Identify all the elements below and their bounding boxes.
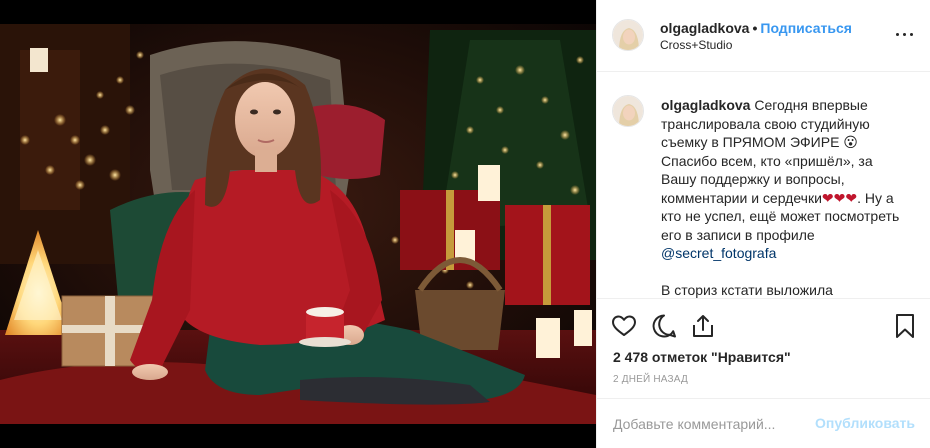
caption-text: комментарии и сердечки — [661, 189, 822, 206]
post-caption: olgagladkova Сегодня впервые транслирова… — [661, 96, 917, 298]
add-comment-bar: Опубликовать — [597, 398, 930, 448]
post-actions: 2 478 отметок "Нравится" 2 ДНЕЙ НАЗАД — [597, 298, 930, 398]
share-icon[interactable] — [690, 313, 716, 339]
comments-section: olgagladkova Сегодня впервые транслирова… — [597, 72, 930, 298]
likes-count[interactable]: 2 478 отметок "Нравится" — [613, 349, 791, 365]
caption-text: его в записи в профиле — [661, 226, 815, 243]
post-details-panel: olgagladkova • Подписаться Cross+Studio ol… — [596, 0, 930, 448]
post-photo[interactable] — [0, 0, 596, 448]
avatar-image — [613, 96, 643, 126]
caption-text: Вашу поддержку и вопросы, — [661, 171, 845, 187]
caption-username[interactable]: olgagladkova — [661, 97, 750, 113]
comment-icon[interactable] — [651, 313, 677, 339]
more-options-icon[interactable] — [895, 26, 915, 42]
follow-button[interactable]: Подписаться — [760, 20, 852, 36]
avatar[interactable] — [612, 95, 644, 127]
bookmark-icon[interactable] — [892, 313, 918, 339]
author-username[interactable]: olgagladkova — [660, 20, 749, 36]
caption-text: транслировала свою студийную — [661, 115, 870, 132]
caption-text: . Ну а — [857, 189, 894, 206]
caption-text: В сториз кстати выложила — [661, 282, 833, 298]
publish-button[interactable]: Опубликовать — [815, 415, 915, 431]
photo-image — [0, 0, 596, 448]
mention-link[interactable]: @secret_fotografa — [661, 244, 917, 263]
post-header: olgagladkova • Подписаться Cross+Studio — [597, 0, 930, 72]
avatar[interactable] — [612, 19, 644, 51]
avatar-image — [613, 20, 643, 50]
separator-dot: • — [752, 20, 758, 36]
post-location[interactable]: Cross+Studio — [660, 38, 732, 52]
post-author-line: olgagladkova • Подписаться — [660, 20, 852, 36]
caption-text: съемку в ПРЯМОМ ЭФИРЕ 😮 — [661, 134, 858, 150]
heart-outline-icon[interactable] — [611, 313, 637, 339]
comment-input[interactable] — [613, 414, 813, 434]
caption-text: Спасибо всем, кто «пришёл», за — [661, 152, 873, 169]
caption-text: кто не успел, ещё может посмотреть — [661, 208, 900, 224]
heart-emoji-icon: ❤❤❤ — [821, 189, 858, 206]
caption-text: Сегодня впервые — [754, 97, 868, 113]
post-timestamp[interactable]: 2 ДНЕЙ НАЗАД — [613, 374, 688, 385]
